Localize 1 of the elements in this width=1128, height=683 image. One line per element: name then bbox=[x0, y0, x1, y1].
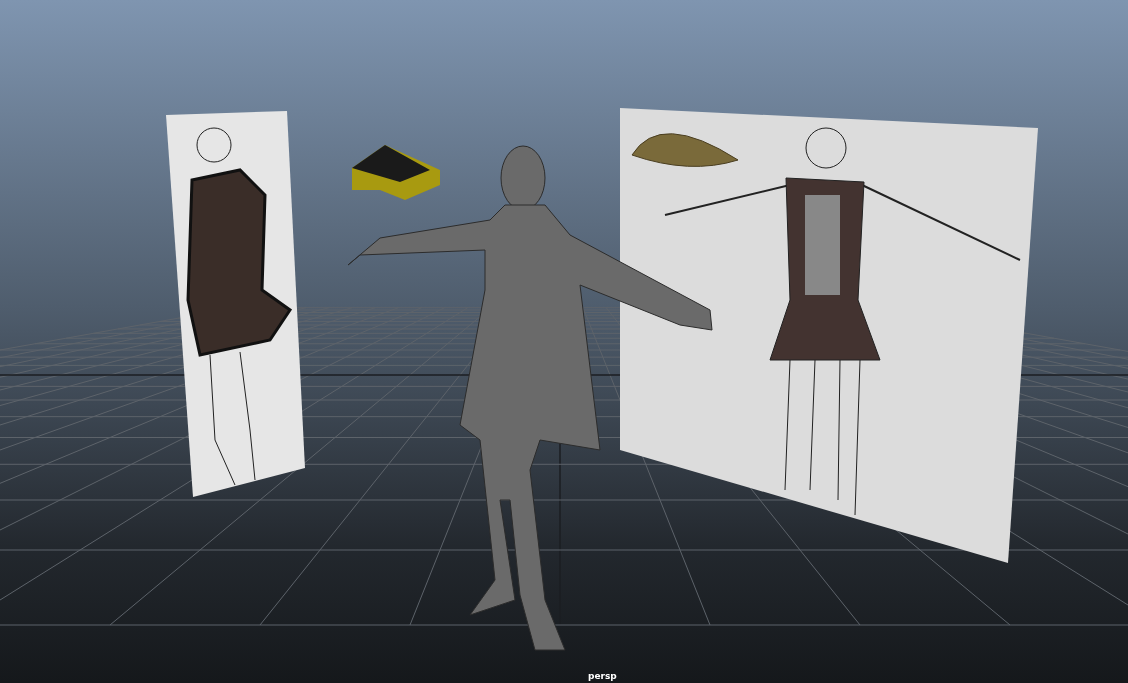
camera-label: persp bbox=[588, 669, 617, 683]
